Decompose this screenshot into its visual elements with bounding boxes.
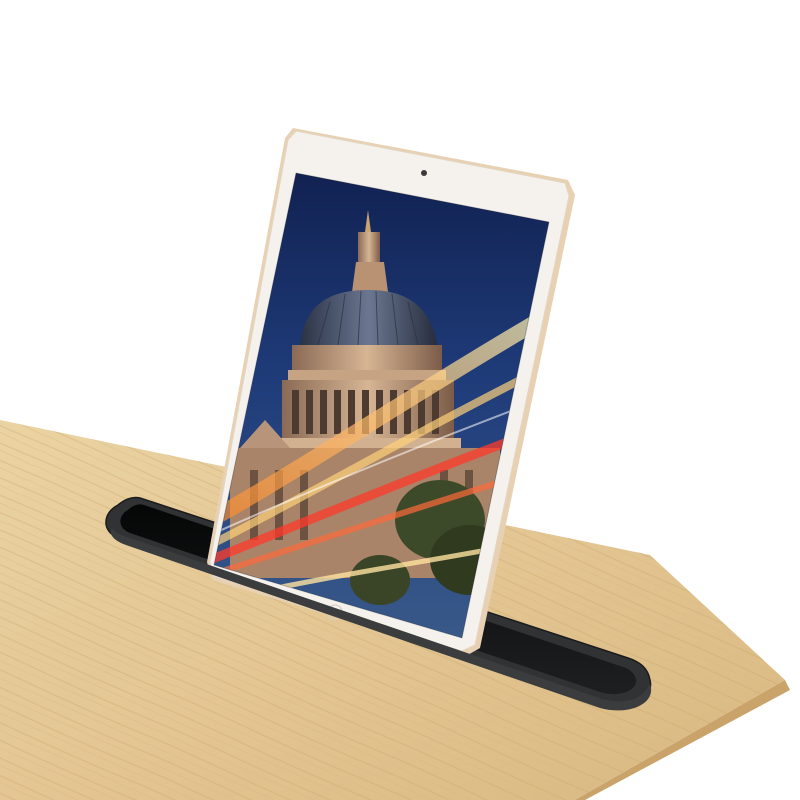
front-camera-icon	[421, 170, 427, 176]
product-photo	[0, 0, 800, 800]
photo-canvas	[0, 0, 800, 800]
